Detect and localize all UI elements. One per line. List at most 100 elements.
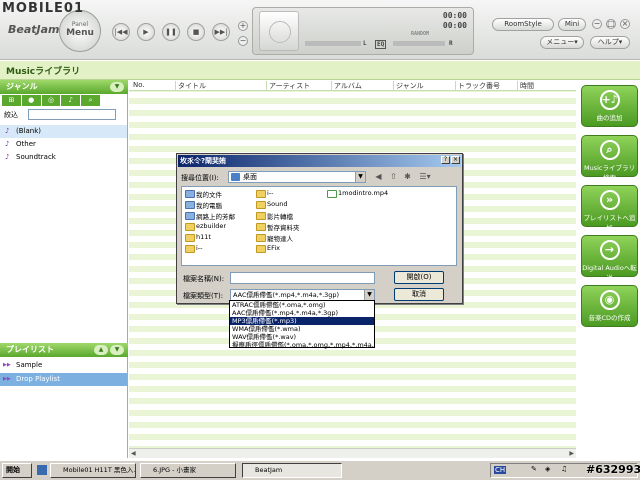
taskbar-item[interactable]: Mobile01 H11T 黑色入... — [50, 463, 136, 478]
file-item[interactable]: i-- — [185, 244, 203, 253]
pause-icon[interactable]: ❚❚ — [162, 23, 180, 41]
file-list[interactable]: 我的文件 我的電腦 網路上的芳鄰 ezbuilder h11t i-- i-- … — [181, 186, 457, 266]
column-artist[interactable]: アーティスト — [266, 81, 310, 91]
cancel-button[interactable]: 取消 — [394, 288, 444, 301]
genre-header[interactable]: ジャンル ▼ — [0, 80, 128, 94]
grid-view-icon[interactable]: ⊞ — [2, 95, 21, 106]
add-to-playlist-button[interactable]: » プレイリストへ追加 — [581, 185, 638, 232]
playlist-item[interactable]: Drop Playlist — [0, 373, 127, 386]
file-item[interactable]: Sound — [256, 200, 287, 209]
tray-tool-icon[interactable]: ✎ — [531, 465, 537, 473]
file-item[interactable]: 影片轉檔 — [256, 211, 293, 221]
file-item[interactable]: EFix — [256, 244, 280, 253]
filetype-value: AAC僄乕僀儖(*.mp4,*.m4a,*.3gp) — [233, 291, 340, 299]
playlist-collapse-icon[interactable]: ▲ — [94, 345, 108, 355]
column-time[interactable]: 時間 — [517, 81, 534, 91]
maximize-icon[interactable]: □ — [606, 19, 616, 29]
eq-label[interactable]: EQ — [375, 40, 387, 49]
filter-input[interactable] — [28, 109, 116, 120]
burn-cd-button[interactable]: ◉ 音楽CDの作成 — [581, 285, 638, 327]
taskbar-item-active[interactable]: BeatJam — [242, 463, 342, 478]
level-meter-right — [393, 41, 445, 46]
filetype-option-selected[interactable]: MP3僄乕僀儖(*.mp3) — [230, 317, 374, 325]
close-icon[interactable]: × — [620, 19, 630, 29]
genre-item[interactable]: (Blank) — [0, 125, 127, 138]
scroll-left-icon[interactable]: ◀ — [131, 450, 136, 457]
file-item[interactable]: 暫存資料夾 — [256, 222, 300, 232]
filename-label: 檔案名稱(N): — [183, 275, 225, 283]
volume-down-icon[interactable]: − — [238, 36, 248, 46]
random-label[interactable]: RANDOM — [411, 31, 429, 37]
taskbar-item[interactable]: 6.JPG - 小畫家 — [140, 463, 236, 478]
playlist-item[interactable]: Sample — [0, 359, 127, 372]
volume-up-icon[interactable]: + — [238, 21, 248, 31]
roomstyle-button[interactable]: RoomStyle — [492, 18, 554, 31]
add-songs-label: 曲の追加 — [596, 114, 623, 122]
genre-item[interactable]: Other — [0, 138, 127, 151]
look-in-select[interactable]: 桌面 ▼ — [228, 171, 366, 183]
file-item[interactable]: 寵物達人 — [256, 233, 293, 243]
chevron-down-icon[interactable]: ▼ — [355, 172, 365, 182]
next-icon[interactable]: ▶▶| — [212, 23, 230, 41]
album-view-icon[interactable]: ◎ — [41, 95, 61, 106]
dialog-close-icon[interactable]: × — [451, 156, 460, 164]
genre-item[interactable]: Soundtrack — [0, 151, 127, 164]
chevron-down-icon[interactable]: ▼ — [364, 290, 374, 300]
column-genre[interactable]: ジャンル — [393, 81, 424, 91]
quicklaunch-icon[interactable] — [37, 465, 47, 475]
file-item[interactable]: i-- — [256, 189, 274, 198]
back-icon[interactable]: ◀ — [373, 171, 384, 182]
filetype-option[interactable]: 擬應乕徑僄乕僀儖(*.oma,*.omg,*.mp4,*.m4a,* — [230, 341, 374, 349]
filetype-option[interactable]: AAC僄乕僀儖(*.mp4,*.m4a,*.3gp) — [230, 309, 374, 317]
playlist-expand-icon[interactable]: ▼ — [110, 345, 124, 355]
level-meter-left — [305, 41, 361, 46]
mini-button[interactable]: Mini — [558, 18, 586, 31]
filename-input[interactable] — [230, 272, 375, 284]
time-bottom: 00:00 — [442, 21, 467, 30]
genre-toggle-icon[interactable]: ▼ — [110, 82, 124, 92]
column-track-number[interactable]: トラック番号 — [455, 81, 500, 91]
language-indicator[interactable]: CH — [494, 466, 507, 474]
library-search-button[interactable]: ⌕ Musicライブラリ検索 — [581, 135, 638, 182]
column-no[interactable]: No. — [131, 81, 145, 89]
file-item[interactable]: ezbuilder — [185, 222, 226, 231]
minimize-icon[interactable]: − — [592, 19, 602, 29]
panel-menu-button[interactable]: Panel Menu — [59, 10, 101, 52]
file-item[interactable]: 我的電腦 — [185, 200, 222, 210]
play-icon[interactable]: ▶ — [137, 23, 155, 41]
look-in-label: 搜尋位置(I): — [181, 174, 219, 182]
scroll-right-icon[interactable]: ▶ — [569, 450, 574, 457]
previous-icon[interactable]: |◀◀ — [112, 23, 130, 41]
start-button[interactable]: 開始 — [2, 463, 32, 478]
new-folder-icon[interactable]: ✱ — [402, 171, 413, 182]
up-folder-icon[interactable]: ⇧ — [388, 171, 399, 182]
file-item[interactable]: 1modintro.mp4 — [327, 189, 388, 198]
view-menu-icon[interactable]: ☰▾ — [417, 171, 433, 182]
file-item[interactable]: h11t — [185, 233, 211, 242]
look-in-value: 桌面 — [243, 173, 257, 181]
add-songs-button[interactable]: +♪ 曲の追加 — [581, 85, 638, 127]
library-title: Musicライブラリ — [6, 67, 81, 77]
transfer-button[interactable]: → Digital Audioへ転送 — [581, 235, 638, 282]
file-item[interactable]: 網路上的芳鄰 — [185, 211, 235, 221]
column-title[interactable]: タイトル — [175, 81, 206, 91]
stop-icon[interactable]: ■ — [187, 23, 205, 41]
filetype-option[interactable]: ATRAC僄乕僀儖(*.oma,*.omg) — [230, 301, 374, 309]
horizontal-scrollbar[interactable]: ◀ ▶ — [129, 448, 576, 458]
tray-app-icon[interactable]: ◈ — [545, 465, 550, 473]
playlist-header[interactable]: プレイリスト ▲ ▼ — [0, 343, 128, 357]
help-dropdown[interactable]: ヘルプ▾ — [590, 36, 630, 49]
file-item[interactable]: 我的文件 — [185, 189, 222, 199]
filetype-options-list[interactable]: ATRAC僄乕僀儖(*.oma,*.omg) AAC僄乕僀儖(*.mp4,*.m… — [229, 300, 375, 349]
filetype-option[interactable]: WMA僄乕僀儖(*.wma) — [230, 325, 374, 333]
search-view-icon[interactable]: ⌕ — [81, 95, 100, 106]
tray-volume-icon[interactable]: ♫ — [561, 465, 567, 473]
filetype-option[interactable]: WAV僄乕僀儖(*.wav) — [230, 333, 374, 341]
open-button[interactable]: 開啟(O) — [394, 271, 444, 284]
column-album[interactable]: アルバム — [331, 81, 362, 91]
dialog-help-icon[interactable]: ? — [441, 156, 450, 164]
artist-view-icon[interactable]: ● — [21, 95, 41, 106]
genre-view-icon[interactable]: ♪ — [61, 95, 81, 106]
genre-header-label: ジャンル — [6, 82, 38, 91]
menu-dropdown[interactable]: メニュー▾ — [540, 36, 584, 49]
